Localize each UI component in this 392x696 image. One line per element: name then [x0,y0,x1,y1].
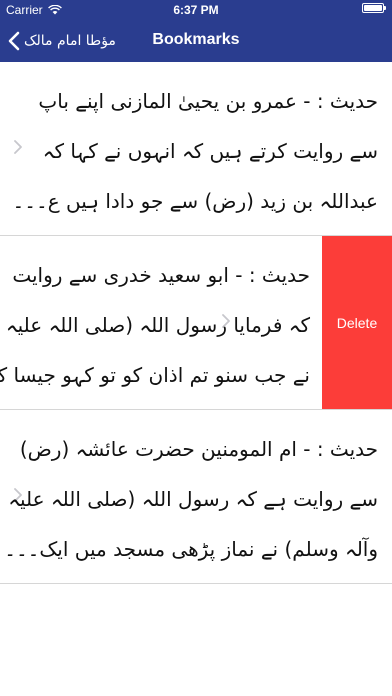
page-title: Bookmarks [152,31,240,48]
hadith-preview: حدیث : - ام المومنین حضرت عائشہ (رض) سے … [4,424,378,574]
row-content: حدیث : - ام المومنین حضرت عائشہ (رض) سے … [0,410,392,583]
hadith-line: حدیث : - ابو سعید خدری سے روایت [12,263,310,287]
hadith-line: وآلہ وسلم) نے نماز پڑھی مسجد میں ایک۔۔۔ [4,537,378,561]
status-bar: Carrier 6:37 PM [0,0,392,20]
bookmark-list: حدیث : - عمرو بن یحییٰ المازنی اپنے باپ … [0,62,392,584]
row-content: حدیث : - ابو سعید خدری سے روایت کہ فرمای… [0,236,322,409]
hadith-line: حدیث : - عمرو بن یحییٰ المازنی اپنے باپ [38,89,378,113]
row-content: حدیث : - عمرو بن یحییٰ المازنی اپنے باپ … [0,62,392,235]
status-time: 6:37 PM [173,3,219,17]
delete-button[interactable]: Delete [322,236,392,409]
hadith-preview: حدیث : - عمرو بن یحییٰ المازنی اپنے باپ … [12,76,378,226]
hadith-line: نے جب سنو تم اذان کو تو کہو جیسا کہ [0,363,310,387]
hadith-line: سے روایت ہے کہ رسول اللہ (صلی اللہ علیہ [8,487,378,511]
hadith-line: حدیث : - ام المومنین حضرت عائشہ (رض) [19,437,378,461]
navigation-bar: مؤطا امام مالک Bookmarks [0,20,392,62]
hadith-preview: حدیث : - ابو سعید خدری سے روایت کہ فرمای… [0,250,310,400]
hadith-line: سے روایت کرتے ہیں کہ انہوں نے کہا کہ [42,139,378,163]
battery-icon [362,3,386,13]
bookmark-row[interactable]: حدیث : - ام المومنین حضرت عائشہ (رض) سے … [0,410,392,584]
hadith-line: عبداللہ بن زید (رض) سے جو دادا ہیں ع۔۔۔ [12,189,378,213]
bookmark-row[interactable]: حدیث : - عمرو بن یحییٰ المازنی اپنے باپ … [0,62,392,236]
chevron-right-icon [14,140,22,154]
bookmark-row[interactable]: Delete حدیث : - ابو سعید خدری سے روایت ک… [0,236,392,410]
hadith-line: کہ فرمایا رسول اللہ (صلی اللہ علیہ وآلہ [0,313,310,337]
